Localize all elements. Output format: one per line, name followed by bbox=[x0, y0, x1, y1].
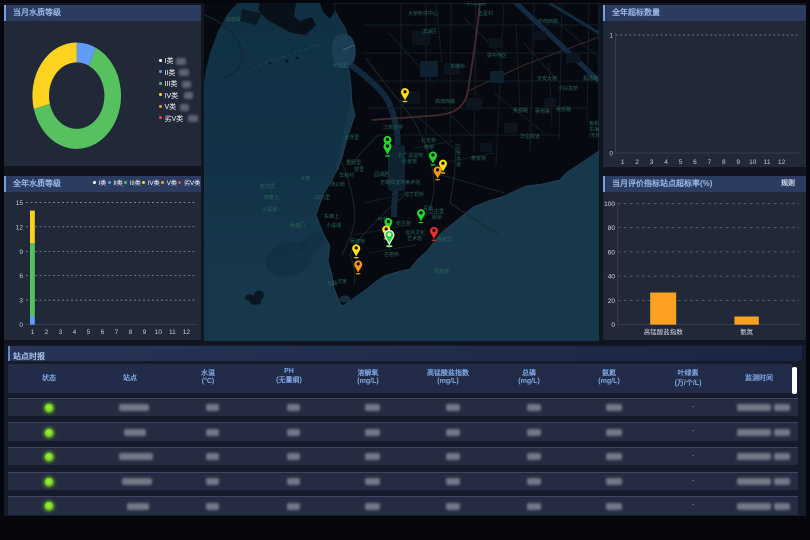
svg-text:10: 10 bbox=[155, 329, 163, 336]
svg-text:12: 12 bbox=[778, 159, 786, 166]
svg-text:汤公桥: 汤公桥 bbox=[330, 181, 345, 188]
svg-text:11: 11 bbox=[764, 159, 771, 166]
svg-text:街桥: 街桥 bbox=[432, 214, 442, 221]
svg-text:高锰酸盐指数: 高锰酸盐指数 bbox=[644, 327, 684, 336]
svg-text:园湖居: 园湖居 bbox=[374, 171, 389, 178]
svg-text:重阳里: 重阳里 bbox=[346, 159, 361, 166]
svg-text:吴塘桥: 吴塘桥 bbox=[350, 238, 365, 245]
svg-text:80: 80 bbox=[608, 225, 616, 232]
svg-text:小白龙桥: 小白龙桥 bbox=[558, 85, 578, 92]
svg-text:华庄街道: 华庄街道 bbox=[520, 133, 540, 140]
svg-text:大: 大 bbox=[456, 155, 461, 162]
svg-text:7: 7 bbox=[708, 159, 712, 166]
svg-text:100: 100 bbox=[604, 201, 615, 208]
svg-text:东峰上: 东峰上 bbox=[324, 213, 339, 220]
svg-text:5: 5 bbox=[87, 329, 91, 336]
svg-text:石皮岭: 石皮岭 bbox=[226, 16, 241, 23]
svg-text:格和中国慢边园: 格和中国慢边园 bbox=[589, 120, 599, 127]
svg-text:艺术馆: 艺术馆 bbox=[407, 235, 422, 242]
svg-text:12: 12 bbox=[16, 224, 24, 231]
svg-text:大浮里: 大浮里 bbox=[344, 134, 359, 141]
svg-text:运浜文化: 运浜文化 bbox=[405, 229, 425, 236]
svg-text:11: 11 bbox=[169, 329, 176, 336]
svg-text:沈家: 沈家 bbox=[337, 278, 347, 285]
svg-text:吴塘门: 吴塘门 bbox=[290, 222, 305, 229]
svg-text:1: 1 bbox=[621, 159, 625, 166]
svg-text:4: 4 bbox=[664, 159, 668, 166]
svg-text:4: 4 bbox=[73, 329, 77, 336]
svg-text:(无锡分校): (无锡分校) bbox=[589, 132, 599, 139]
svg-text:天安大桥: 天安大桥 bbox=[537, 75, 557, 82]
svg-text:立庄里: 立庄里 bbox=[429, 208, 444, 215]
svg-text:容里: 容里 bbox=[354, 166, 364, 173]
svg-text:东均里: 东均里 bbox=[260, 183, 275, 190]
svg-text:吴都路: 吴都路 bbox=[513, 107, 528, 114]
svg-text:1: 1 bbox=[609, 33, 613, 40]
svg-text:10: 10 bbox=[749, 159, 757, 166]
svg-text:羊岐村: 羊岐村 bbox=[339, 172, 354, 179]
svg-text:北定桥: 北定桥 bbox=[421, 137, 436, 144]
svg-text:东海大学: 东海大学 bbox=[589, 126, 599, 133]
svg-text:梁中地区: 梁中地区 bbox=[487, 52, 507, 59]
svg-text:长广溪湿地: 长广溪湿地 bbox=[398, 152, 423, 159]
svg-text:9: 9 bbox=[143, 329, 147, 336]
svg-text:3: 3 bbox=[19, 298, 23, 305]
svg-text:2: 2 bbox=[45, 329, 49, 336]
svg-text:白石里: 白石里 bbox=[315, 194, 330, 201]
svg-text:6: 6 bbox=[101, 329, 105, 336]
svg-text:15: 15 bbox=[16, 200, 24, 207]
svg-text:3: 3 bbox=[650, 159, 654, 166]
svg-text:高浪西路: 高浪西路 bbox=[435, 98, 455, 105]
svg-text:机场路: 机场路 bbox=[583, 75, 598, 82]
svg-text:1: 1 bbox=[31, 329, 35, 336]
svg-text:8: 8 bbox=[722, 159, 726, 166]
svg-text:12: 12 bbox=[183, 329, 191, 336]
svg-text:大浮里: 大浮里 bbox=[332, 62, 347, 69]
svg-text:东绛桥: 东绛桥 bbox=[450, 63, 465, 70]
svg-text:9: 9 bbox=[736, 159, 740, 166]
svg-text:道: 道 bbox=[456, 161, 461, 168]
svg-text:大桥新体中心: 大桥新体中心 bbox=[408, 10, 438, 17]
svg-text:古榕桥: 古榕桥 bbox=[384, 251, 399, 258]
svg-text:小溪浦: 小溪浦 bbox=[326, 222, 341, 229]
svg-text:5: 5 bbox=[679, 159, 683, 166]
svg-text:氨氮: 氨氮 bbox=[740, 327, 754, 336]
svg-text:大箕: 大箕 bbox=[300, 175, 310, 182]
svg-text:3: 3 bbox=[59, 329, 63, 336]
svg-text:中南西路: 中南西路 bbox=[538, 18, 558, 25]
svg-text:40: 40 bbox=[608, 274, 616, 281]
svg-text:科普馆: 科普馆 bbox=[402, 158, 417, 165]
svg-text:寿安桥: 寿安桥 bbox=[471, 155, 486, 162]
svg-text:0: 0 bbox=[611, 322, 615, 329]
svg-text:中南西路: 中南西路 bbox=[466, 3, 486, 7]
svg-text:立: 立 bbox=[456, 143, 461, 150]
svg-text:6: 6 bbox=[693, 159, 697, 166]
svg-text:无锡绿波湾美术馆: 无锡绿波湾美术馆 bbox=[380, 179, 420, 186]
svg-text:九曲: 九曲 bbox=[327, 280, 337, 287]
svg-text:吴桥路: 吴桥路 bbox=[535, 108, 550, 115]
svg-text:五星村: 五星村 bbox=[478, 10, 493, 17]
svg-text:吴桥路: 吴桥路 bbox=[556, 106, 571, 113]
svg-text:南泰上: 南泰上 bbox=[264, 194, 279, 201]
svg-text:8: 8 bbox=[129, 329, 133, 336]
svg-text:6: 6 bbox=[19, 273, 23, 280]
svg-text:0: 0 bbox=[609, 151, 613, 158]
svg-text:薛家里: 薛家里 bbox=[437, 236, 452, 243]
svg-text:坫丁石桥: 坫丁石桥 bbox=[404, 191, 424, 198]
svg-text:7: 7 bbox=[115, 329, 119, 336]
svg-text:周家桥: 周家桥 bbox=[434, 268, 449, 275]
svg-text:60: 60 bbox=[608, 249, 616, 256]
svg-text:杨桥: 杨桥 bbox=[424, 144, 434, 151]
svg-text:新生桥: 新生桥 bbox=[396, 220, 411, 227]
svg-text:20: 20 bbox=[608, 298, 616, 305]
svg-text:信: 信 bbox=[456, 149, 461, 156]
svg-text:0: 0 bbox=[19, 322, 23, 329]
svg-text:江南大学: 江南大学 bbox=[383, 124, 403, 131]
svg-text:2: 2 bbox=[635, 159, 639, 166]
svg-text:滨湖区: 滨湖区 bbox=[422, 28, 437, 35]
svg-text:小溪浦: 小溪浦 bbox=[262, 206, 277, 213]
svg-text:9: 9 bbox=[19, 249, 23, 256]
